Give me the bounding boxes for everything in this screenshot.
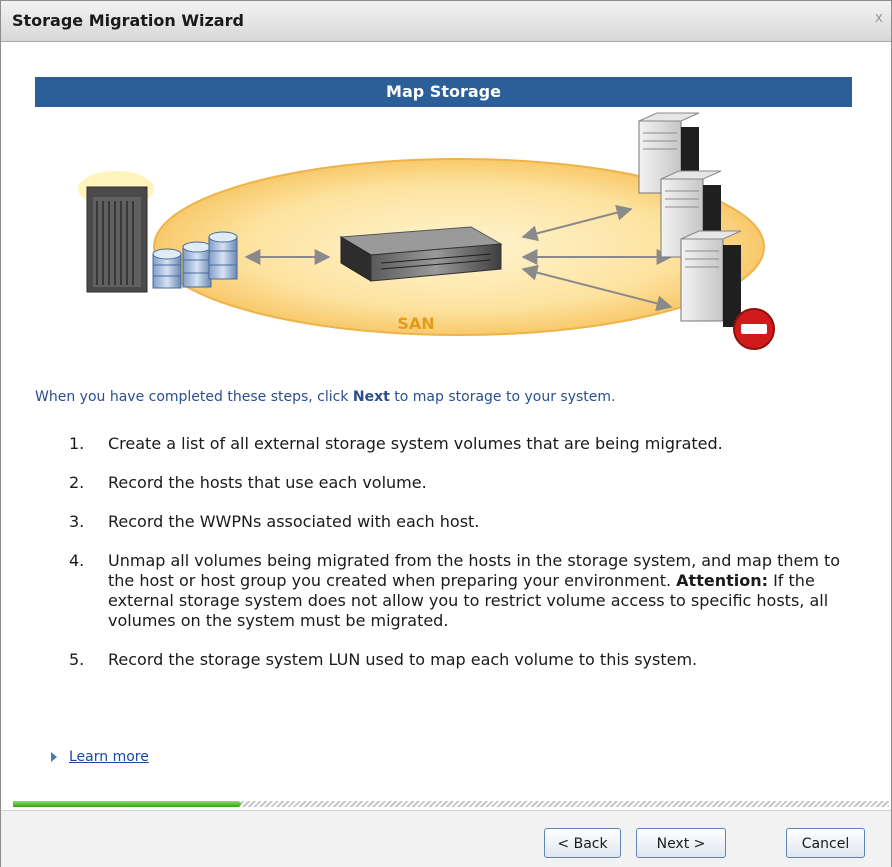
- title-bar: Storage Migration Wizard x: [1, 1, 891, 42]
- learn-more: Learn more: [51, 749, 149, 765]
- list-item: 1. Create a list of all external storage…: [51, 434, 871, 454]
- learn-more-link[interactable]: Learn more: [69, 749, 149, 765]
- expand-triangle-icon[interactable]: [51, 752, 57, 762]
- attention-label: Attention:: [676, 571, 768, 590]
- list-item: 2. Record the hosts that use each volume…: [51, 473, 871, 493]
- storage-rack-icon: [78, 171, 154, 293]
- step-number: 5.: [69, 650, 85, 669]
- window-title: Storage Migration Wizard: [12, 11, 244, 30]
- san-label: SAN: [397, 314, 434, 333]
- steps-list: 1. Create a list of all external storage…: [51, 434, 871, 689]
- step-text: Record the storage system LUN used to ma…: [108, 650, 698, 669]
- progress-fill: [13, 801, 241, 807]
- cancel-button[interactable]: Cancel: [786, 828, 865, 858]
- progress-bar: [13, 801, 889, 807]
- storage-migration-dialog: Storage Migration Wizard x Map Storage S…: [0, 0, 892, 867]
- intro-before: When you have completed these steps, cli…: [35, 389, 353, 405]
- close-icon[interactable]: x: [875, 10, 883, 26]
- step-text: Record the hosts that use each volume.: [108, 473, 427, 492]
- back-button[interactable]: < Back: [544, 828, 621, 858]
- list-item: 3. Record the WWPNs associated with each…: [51, 512, 871, 532]
- section-header: Map Storage: [35, 77, 852, 107]
- step-number: 2.: [69, 473, 85, 492]
- list-item: 5. Record the storage system LUN used to…: [51, 650, 871, 670]
- intro-after: to map storage to your system.: [389, 389, 616, 405]
- san-diagram: SAN: [78, 112, 775, 350]
- step-text: Record the WWPNs associated with each ho…: [108, 512, 480, 531]
- step-number: 3.: [69, 512, 85, 531]
- list-item: 4. Unmap all volumes being migrated from…: [51, 551, 871, 631]
- step-number: 1.: [69, 434, 85, 453]
- host-server-icon: [680, 230, 742, 327]
- next-button[interactable]: Next >: [636, 828, 726, 858]
- no-entry-icon: [733, 308, 775, 350]
- step-number: 4.: [69, 551, 85, 570]
- step-text: Create a list of all external storage sy…: [108, 434, 723, 453]
- button-bar: < Back Next > Cancel: [1, 810, 891, 867]
- intro-text: When you have completed these steps, cli…: [35, 389, 615, 405]
- intro-next-emphasis: Next: [352, 389, 390, 405]
